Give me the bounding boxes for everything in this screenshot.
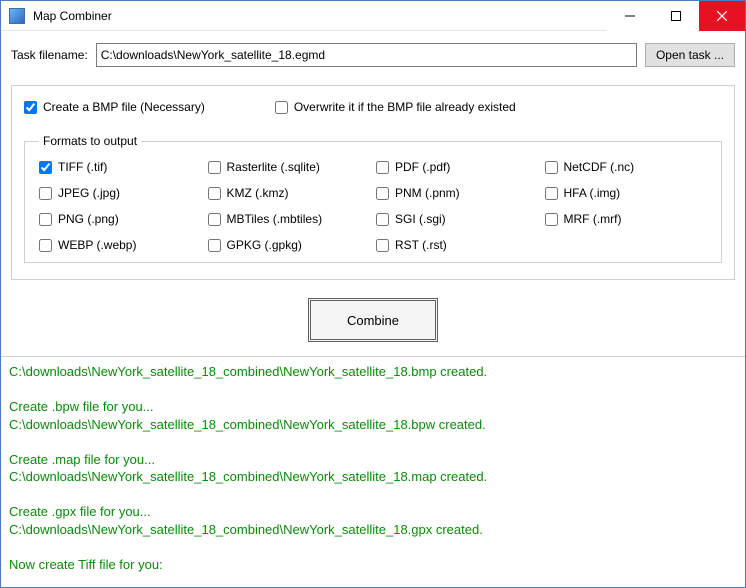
format-hfa-checkbox[interactable]: HFA (.img) bbox=[545, 186, 714, 200]
format-pnm-checkbox[interactable]: PNM (.pnm) bbox=[376, 186, 545, 200]
formats-fieldset: Formats to output TIFF (.tif) Rasterlite … bbox=[24, 134, 722, 263]
create-bmp-input[interactable] bbox=[24, 101, 37, 114]
log-output[interactable]: C:\downloads\NewYork_satellite_18_combin… bbox=[1, 356, 745, 574]
combine-row: Combine bbox=[11, 280, 735, 356]
overwrite-label: Overwrite it if the BMP file already exi… bbox=[294, 100, 516, 114]
format-sgi-label: SGI (.sgi) bbox=[395, 212, 446, 226]
format-gpkg-checkbox[interactable]: GPKG (.gpkg) bbox=[208, 238, 377, 252]
format-rst-label: RST (.rst) bbox=[395, 238, 447, 252]
format-kmz-checkbox[interactable]: KMZ (.kmz) bbox=[208, 186, 377, 200]
format-png-input[interactable] bbox=[39, 213, 52, 226]
close-button[interactable] bbox=[699, 1, 745, 31]
format-webp-input[interactable] bbox=[39, 239, 52, 252]
minimize-button[interactable] bbox=[607, 1, 653, 31]
format-gpkg-label: GPKG (.gpkg) bbox=[227, 238, 302, 252]
format-kmz-label: KMZ (.kmz) bbox=[227, 186, 289, 200]
formats-legend: Formats to output bbox=[39, 134, 141, 148]
open-task-button[interactable]: Open task ... bbox=[645, 43, 735, 67]
format-jpeg-checkbox[interactable]: JPEG (.jpg) bbox=[39, 186, 208, 200]
format-gpkg-input[interactable] bbox=[208, 239, 221, 252]
window-title: Map Combiner bbox=[33, 9, 112, 23]
format-netcdf-checkbox[interactable]: NetCDF (.nc) bbox=[545, 160, 714, 174]
format-netcdf-input[interactable] bbox=[545, 161, 558, 174]
create-bmp-checkbox[interactable]: Create a BMP file (Necessary) bbox=[24, 100, 205, 114]
format-mrf-checkbox[interactable]: MRF (.mrf) bbox=[545, 212, 714, 226]
format-mrf-label: MRF (.mrf) bbox=[564, 212, 622, 226]
format-webp-checkbox[interactable]: WEBP (.webp) bbox=[39, 238, 208, 252]
format-hfa-label: HFA (.img) bbox=[564, 186, 621, 200]
format-tiff-checkbox[interactable]: TIFF (.tif) bbox=[39, 160, 208, 174]
format-raster-label: Rasterlite (.sqlite) bbox=[227, 160, 320, 174]
format-pnm-input[interactable] bbox=[376, 187, 389, 200]
format-netcdf-label: NetCDF (.nc) bbox=[564, 160, 635, 174]
maximize-button[interactable] bbox=[653, 1, 699, 31]
format-mbtiles-checkbox[interactable]: MBTiles (.mbtiles) bbox=[208, 212, 377, 226]
overwrite-checkbox[interactable]: Overwrite it if the BMP file already exi… bbox=[275, 100, 516, 114]
options-panel: Create a BMP file (Necessary) Overwrite … bbox=[11, 85, 735, 280]
format-pdf-checkbox[interactable]: PDF (.pdf) bbox=[376, 160, 545, 174]
format-jpeg-input[interactable] bbox=[39, 187, 52, 200]
format-mrf-input[interactable] bbox=[545, 213, 558, 226]
task-filename-row: Task filename: Open task ... bbox=[11, 43, 735, 67]
overwrite-input[interactable] bbox=[275, 101, 288, 114]
format-png-label: PNG (.png) bbox=[58, 212, 119, 226]
format-mbtiles-input[interactable] bbox=[208, 213, 221, 226]
format-pdf-input[interactable] bbox=[376, 161, 389, 174]
format-webp-label: WEBP (.webp) bbox=[58, 238, 136, 252]
app-icon bbox=[9, 8, 25, 24]
task-filename-label: Task filename: bbox=[11, 48, 88, 62]
format-pdf-label: PDF (.pdf) bbox=[395, 160, 450, 174]
format-mbtiles-label: MBTiles (.mbtiles) bbox=[227, 212, 323, 226]
format-sgi-checkbox[interactable]: SGI (.sgi) bbox=[376, 212, 545, 226]
format-raster-checkbox[interactable]: Rasterlite (.sqlite) bbox=[208, 160, 377, 174]
format-rst-input[interactable] bbox=[376, 239, 389, 252]
format-png-checkbox[interactable]: PNG (.png) bbox=[39, 212, 208, 226]
formats-grid: TIFF (.tif) Rasterlite (.sqlite) PDF (.pdf… bbox=[39, 160, 713, 252]
format-sgi-input[interactable] bbox=[376, 213, 389, 226]
format-raster-input[interactable] bbox=[208, 161, 221, 174]
format-tiff-label: TIFF (.tif) bbox=[58, 160, 107, 174]
format-jpeg-label: JPEG (.jpg) bbox=[58, 186, 120, 200]
task-filename-input[interactable] bbox=[96, 43, 637, 67]
format-rst-checkbox[interactable]: RST (.rst) bbox=[376, 238, 545, 252]
format-hfa-input[interactable] bbox=[545, 187, 558, 200]
format-kmz-input[interactable] bbox=[208, 187, 221, 200]
titlebar: Map Combiner bbox=[1, 1, 745, 31]
combine-button[interactable]: Combine bbox=[308, 298, 438, 342]
format-pnm-label: PNM (.pnm) bbox=[395, 186, 460, 200]
format-tiff-input[interactable] bbox=[39, 161, 52, 174]
create-bmp-label: Create a BMP file (Necessary) bbox=[43, 100, 205, 114]
content-area: Task filename: Open task ... Create a BM… bbox=[1, 31, 745, 356]
